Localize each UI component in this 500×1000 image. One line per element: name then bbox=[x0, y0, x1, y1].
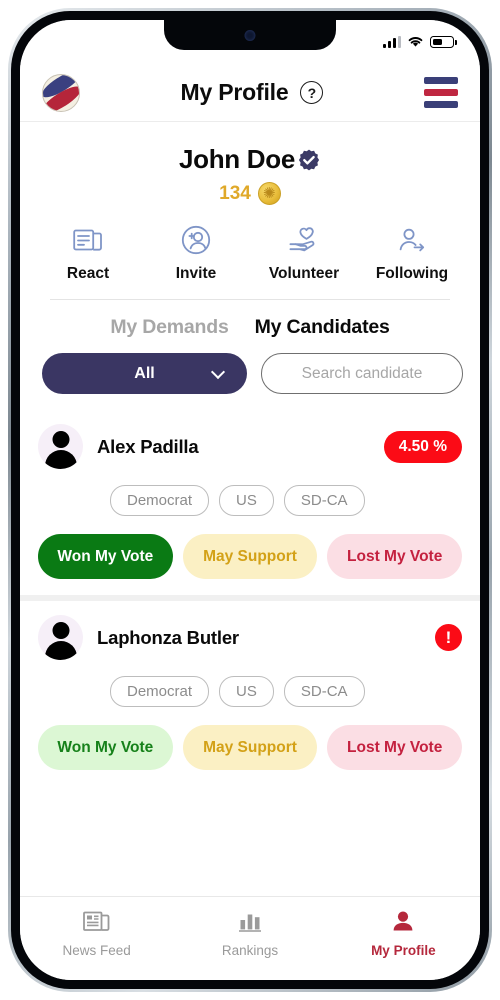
profile-block: John Doe 134 ✺ bbox=[20, 122, 480, 209]
candidate-header: Laphonza Butler ! bbox=[38, 615, 462, 660]
action-invite[interactable]: Invite bbox=[142, 225, 250, 283]
bottom-navigation: News Feed Rankings My Profile bbox=[20, 896, 480, 980]
tag-row: Democrat US SD-CA bbox=[110, 485, 462, 516]
hamburger-menu-icon[interactable] bbox=[424, 77, 458, 108]
search-input[interactable] bbox=[261, 353, 463, 394]
notch bbox=[164, 20, 336, 50]
candidate-card[interactable]: Laphonza Butler ! Democrat US SD-CA Won … bbox=[20, 601, 480, 786]
vote-row: Won My Vote May Support Lost My Vote bbox=[38, 725, 463, 770]
candidate-name: Alex Padilla bbox=[97, 435, 199, 457]
verified-badge-icon bbox=[297, 148, 321, 172]
tag-country[interactable]: US bbox=[219, 676, 274, 707]
may-support-button[interactable]: May Support bbox=[182, 534, 318, 579]
candidate-card[interactable]: Alex Padilla 4.50 % Democrat US SD-CA Wo… bbox=[20, 410, 480, 595]
newspaper-icon bbox=[83, 907, 110, 935]
nav-label: My Profile bbox=[371, 943, 436, 958]
tab-row: My Demands My Candidates bbox=[20, 300, 480, 353]
filter-dropdown[interactable]: All bbox=[42, 353, 247, 394]
phone-frame: My Profile ? John Doe 134 ✺ React Invite… bbox=[8, 8, 492, 992]
points-row: 134 ✺ bbox=[20, 182, 480, 205]
front-camera-icon bbox=[244, 30, 256, 41]
newspaper-icon bbox=[73, 225, 103, 255]
action-react[interactable]: React bbox=[34, 225, 142, 283]
filter-label: All bbox=[134, 364, 155, 382]
phone-bezel: My Profile ? John Doe 134 ✺ React Invite… bbox=[11, 11, 489, 989]
percent-badge: 4.50 % bbox=[383, 430, 462, 463]
action-label: Volunteer bbox=[268, 265, 340, 282]
action-volunteer[interactable]: Volunteer bbox=[250, 225, 358, 283]
tag-district[interactable]: SD-CA bbox=[283, 485, 365, 516]
chevron-down-icon bbox=[210, 364, 226, 379]
tag-party[interactable]: Democrat bbox=[110, 485, 210, 516]
header-center: My Profile ? bbox=[80, 79, 424, 106]
won-my-vote-button[interactable]: Won My Vote bbox=[38, 725, 173, 770]
nav-label: News Feed bbox=[62, 943, 131, 958]
may-support-button[interactable]: May Support bbox=[182, 725, 318, 770]
wifi-icon bbox=[408, 37, 423, 47]
person-icon bbox=[390, 907, 416, 935]
action-following[interactable]: Following bbox=[358, 225, 466, 283]
bar-chart-icon bbox=[237, 907, 263, 935]
action-row: React Invite Volunteer Following bbox=[20, 209, 480, 295]
lost-my-vote-button[interactable]: Lost My Vote bbox=[327, 534, 463, 579]
page-title: My Profile bbox=[180, 79, 289, 105]
profile-name: John Doe bbox=[178, 144, 296, 174]
app-logo-icon[interactable] bbox=[42, 73, 80, 112]
help-icon[interactable]: ? bbox=[300, 81, 324, 104]
status-indicators bbox=[383, 32, 457, 48]
nav-item-my-profile[interactable]: My Profile bbox=[327, 907, 480, 980]
hand-heart-icon bbox=[288, 225, 320, 255]
tag-district[interactable]: SD-CA bbox=[283, 676, 365, 707]
person-avatar-icon bbox=[38, 615, 83, 660]
won-my-vote-button[interactable]: Won My Vote bbox=[38, 534, 173, 579]
person-arrow-icon bbox=[397, 225, 427, 255]
status-bar bbox=[20, 20, 480, 64]
lost-my-vote-button[interactable]: Lost My Vote bbox=[327, 725, 463, 770]
filter-row: All bbox=[20, 353, 480, 410]
phone-screen: My Profile ? John Doe 134 ✺ React Invite… bbox=[20, 20, 480, 980]
action-label: Invite bbox=[175, 265, 217, 282]
tab-my-demands[interactable]: My Demands bbox=[110, 316, 228, 339]
action-label: Following bbox=[375, 265, 449, 282]
person-avatar-icon bbox=[38, 424, 83, 469]
coin-icon: ✺ bbox=[257, 182, 281, 205]
cellular-signal-icon bbox=[383, 36, 401, 48]
nav-item-rankings[interactable]: Rankings bbox=[173, 907, 326, 980]
battery-icon bbox=[430, 36, 457, 48]
vote-row: Won My Vote May Support Lost My Vote bbox=[38, 534, 463, 579]
tag-party[interactable]: Democrat bbox=[110, 676, 210, 707]
action-label: React bbox=[66, 265, 110, 282]
candidate-header: Alex Padilla 4.50 % bbox=[38, 424, 462, 469]
app-header: My Profile ? bbox=[20, 64, 480, 122]
tag-country[interactable]: US bbox=[219, 485, 274, 516]
candidate-name: Laphonza Butler bbox=[97, 626, 239, 648]
person-add-icon bbox=[181, 225, 211, 255]
candidate-list: Alex Padilla 4.50 % Democrat US SD-CA Wo… bbox=[20, 410, 480, 786]
tag-row: Democrat US SD-CA bbox=[110, 676, 462, 707]
nav-label: Rankings bbox=[221, 943, 279, 958]
alert-badge[interactable]: ! bbox=[435, 624, 462, 651]
nav-item-news-feed[interactable]: News Feed bbox=[20, 907, 173, 980]
points-value: 134 bbox=[219, 182, 251, 204]
tab-my-candidates[interactable]: My Candidates bbox=[255, 316, 390, 339]
profile-name-row: John Doe bbox=[20, 144, 480, 175]
